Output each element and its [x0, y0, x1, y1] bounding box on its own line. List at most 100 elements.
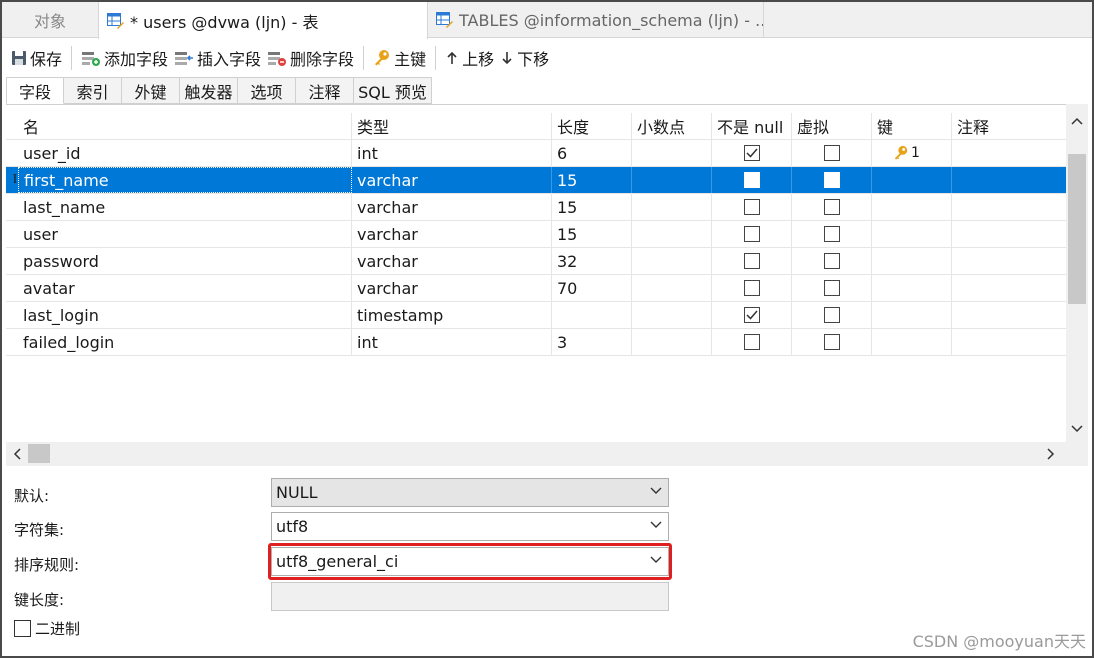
- field-type-cell[interactable]: varchar: [352, 167, 552, 193]
- field-name-cell[interactable]: password: [18, 248, 352, 274]
- field-comment-cell[interactable]: [952, 194, 1066, 220]
- tab-options[interactable]: 选项: [238, 77, 296, 104]
- scroll-left-button[interactable]: [6, 442, 28, 466]
- binary-checkbox[interactable]: [14, 620, 31, 637]
- key-length-input[interactable]: [271, 582, 669, 611]
- scroll-up-button[interactable]: [1066, 110, 1088, 132]
- field-decimals-cell[interactable]: [632, 221, 712, 247]
- table-row[interactable]: user_id int 6 1: [6, 140, 1066, 167]
- not-null-checkbox[interactable]: [743, 226, 760, 242]
- virtual-checkbox[interactable]: [823, 172, 840, 188]
- field-comment-cell[interactable]: [952, 275, 1066, 301]
- field-name-cell[interactable]: avatar: [18, 275, 352, 301]
- not-null-checkbox[interactable]: [743, 145, 760, 161]
- tab-comment[interactable]: 注释: [296, 77, 354, 104]
- tab-sql-preview[interactable]: SQL 预览: [354, 77, 432, 104]
- not-null-checkbox[interactable]: [743, 253, 760, 269]
- charset-select[interactable]: utf8: [271, 512, 669, 541]
- key-cell[interactable]: [872, 167, 952, 193]
- delete-field-button[interactable]: 删除字段: [264, 43, 357, 73]
- table-row[interactable]: avatar varchar 70: [6, 275, 1066, 302]
- header-length[interactable]: 长度: [552, 113, 632, 139]
- field-type-cell[interactable]: varchar: [352, 248, 552, 274]
- field-type-cell[interactable]: int: [352, 329, 552, 355]
- header-decimals[interactable]: 小数点: [632, 113, 712, 139]
- insert-field-button[interactable]: 插入字段: [171, 43, 264, 73]
- tab-foreign-keys[interactable]: 外键: [122, 77, 180, 104]
- field-length-cell[interactable]: 3: [552, 329, 632, 355]
- header-virtual[interactable]: 虚拟: [792, 113, 872, 139]
- field-comment-cell[interactable]: [952, 221, 1066, 247]
- field-name-cell[interactable]: last_name: [18, 194, 352, 220]
- table-row[interactable]: last_name varchar 15: [6, 194, 1066, 221]
- add-field-button[interactable]: 添加字段: [78, 43, 171, 73]
- tab-indexes[interactable]: 索引: [64, 77, 122, 104]
- key-cell[interactable]: [872, 248, 952, 274]
- vertical-scroll-thumb[interactable]: [1068, 154, 1086, 304]
- field-comment-cell[interactable]: [952, 302, 1066, 328]
- field-decimals-cell[interactable]: [632, 140, 712, 166]
- not-null-checkbox[interactable]: [743, 199, 760, 215]
- default-select[interactable]: NULL: [271, 478, 669, 507]
- field-decimals-cell[interactable]: [632, 275, 712, 301]
- field-type-cell[interactable]: varchar: [352, 275, 552, 301]
- field-comment-cell[interactable]: [952, 167, 1066, 193]
- table-row[interactable]: Ifirst_name varchar 15: [6, 167, 1066, 194]
- key-cell[interactable]: [872, 194, 952, 220]
- field-name-cell[interactable]: user: [18, 221, 352, 247]
- virtual-checkbox[interactable]: [823, 280, 840, 296]
- vertical-scrollbar[interactable]: [1066, 104, 1088, 442]
- header-name[interactable]: 名: [18, 113, 352, 139]
- virtual-checkbox[interactable]: [823, 199, 840, 215]
- field-length-cell[interactable]: 32: [552, 248, 632, 274]
- header-key[interactable]: 键: [872, 113, 952, 139]
- field-decimals-cell[interactable]: [632, 248, 712, 274]
- field-name-cell[interactable]: user_id: [18, 140, 352, 166]
- not-null-checkbox[interactable]: [743, 280, 760, 296]
- virtual-checkbox[interactable]: [823, 145, 840, 161]
- field-length-cell[interactable]: [552, 302, 632, 328]
- tab-triggers[interactable]: 触发器: [180, 77, 238, 104]
- tab-objects[interactable]: 对象: [2, 2, 98, 38]
- key-cell[interactable]: 1: [872, 140, 952, 166]
- tab-tables-info-schema[interactable]: TABLES @information_schema (ljn) - ...: [428, 2, 764, 38]
- header-comment[interactable]: 注释: [952, 113, 1066, 139]
- field-name-cell[interactable]: failed_login: [18, 329, 352, 355]
- field-decimals-cell[interactable]: [632, 167, 712, 193]
- field-type-cell[interactable]: varchar: [352, 221, 552, 247]
- field-type-cell[interactable]: varchar: [352, 194, 552, 220]
- table-row[interactable]: last_login timestamp: [6, 302, 1066, 329]
- field-decimals-cell[interactable]: [632, 302, 712, 328]
- field-decimals-cell[interactable]: [632, 194, 712, 220]
- field-length-cell[interactable]: 15: [552, 221, 632, 247]
- field-type-cell[interactable]: timestamp: [352, 302, 552, 328]
- field-comment-cell[interactable]: [952, 248, 1066, 274]
- virtual-checkbox[interactable]: [823, 334, 840, 350]
- binary-checkbox-row[interactable]: 二进制: [14, 618, 80, 639]
- key-cell[interactable]: [872, 329, 952, 355]
- table-row[interactable]: user varchar 15: [6, 221, 1066, 248]
- scroll-down-button[interactable]: [1066, 418, 1088, 440]
- field-name-cell[interactable]: first_name: [18, 167, 352, 193]
- move-up-button[interactable]: 上移: [442, 43, 497, 73]
- table-row[interactable]: failed_login int 3: [6, 329, 1066, 356]
- field-comment-cell[interactable]: [952, 140, 1066, 166]
- field-length-cell[interactable]: 6: [552, 140, 632, 166]
- tab-fields[interactable]: 字段: [6, 77, 64, 104]
- field-length-cell[interactable]: 15: [552, 167, 632, 193]
- key-cell[interactable]: [872, 275, 952, 301]
- not-null-checkbox[interactable]: [743, 307, 760, 323]
- virtual-checkbox[interactable]: [823, 307, 840, 323]
- key-cell[interactable]: [872, 221, 952, 247]
- table-row[interactable]: password varchar 32: [6, 248, 1066, 275]
- field-decimals-cell[interactable]: [632, 329, 712, 355]
- field-length-cell[interactable]: 70: [552, 275, 632, 301]
- field-length-cell[interactable]: 15: [552, 194, 632, 220]
- field-type-cell[interactable]: int: [352, 140, 552, 166]
- tab-users-table[interactable]: * users @dvwa (ljn) - 表: [98, 2, 428, 39]
- horizontal-scrollbar[interactable]: [6, 442, 1088, 466]
- primary-key-button[interactable]: 主键: [370, 43, 429, 73]
- virtual-checkbox[interactable]: [823, 226, 840, 242]
- key-cell[interactable]: [872, 302, 952, 328]
- save-button[interactable]: 保存: [8, 43, 65, 73]
